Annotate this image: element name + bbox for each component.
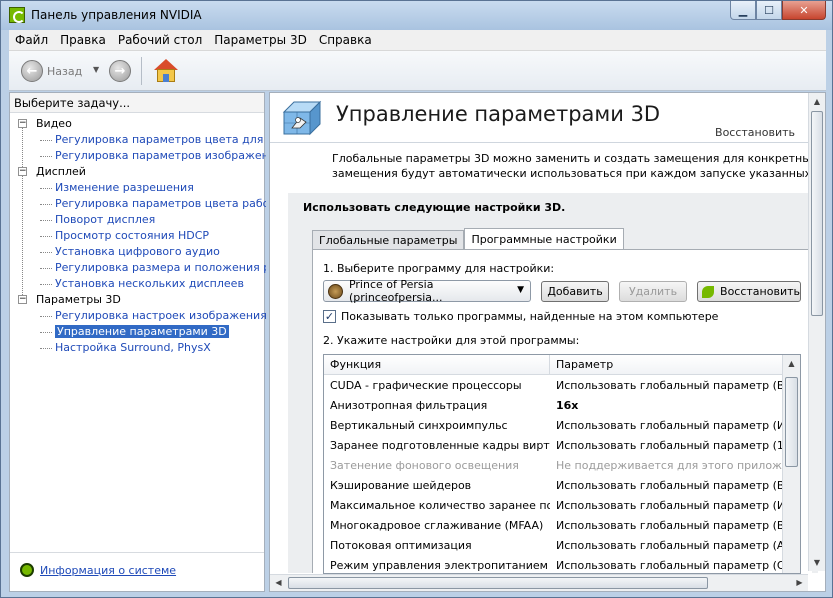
system-info-icon (20, 563, 34, 577)
step1-label: 1. Выберите программу для настройки: (323, 262, 555, 275)
back-label[interactable]: Назад (47, 65, 82, 78)
3d-cube-icon (282, 100, 322, 136)
home-icon[interactable] (153, 58, 179, 84)
tree-item-video-image[interactable]: Регулировка параметров изображения д (18, 148, 266, 164)
scroll-thumb[interactable] (785, 377, 798, 467)
table-header: Функция Параметр (324, 355, 782, 375)
scroll-left-icon[interactable]: ◀ (270, 575, 287, 591)
back-arrow-icon[interactable]: ← (21, 60, 43, 82)
show-installed-only-row[interactable]: ✓ Показывать только программы, найденные… (323, 310, 718, 323)
tree-item-change-resolution[interactable]: Изменение разрешения (18, 180, 266, 196)
restore-defaults-link[interactable]: Восстановить (715, 126, 795, 139)
tree-item-manage-3d-settings[interactable]: Управление параметрами 3D (18, 324, 266, 340)
nvidia-logo-icon (9, 7, 25, 23)
menu-3d-settings[interactable]: Параметры 3D (208, 33, 313, 47)
toolbar: ← Назад ▼ → (9, 51, 826, 91)
toolbar-separator (141, 57, 142, 85)
step2-label: 2. Укажите настройки для этой программы: (323, 334, 580, 347)
maximize-button[interactable]: ☐ (756, 1, 782, 20)
menu-help[interactable]: Справка (313, 33, 378, 47)
table-row[interactable]: Кэширование шейдеров Использовать глобаль… (324, 476, 782, 496)
remove-program-button[interactable]: Удалить (619, 281, 687, 302)
scroll-down-icon[interactable]: ▼ (809, 554, 825, 571)
page-banner: Управление параметрами 3D Восстановить (270, 93, 825, 143)
system-info-link[interactable]: Информация о системе (20, 563, 176, 577)
table-row[interactable]: Анизотропная фильтрация 16x (324, 396, 782, 416)
app-window: Панель управления NVIDIA ▁ ☐ ✕ Файл Прав… (0, 0, 833, 598)
table-row[interactable]: CUDA - графические процессоры Использоват… (324, 376, 782, 396)
restore-program-button[interactable]: Восстановить (697, 281, 801, 302)
settings-table: Функция Параметр CUDA - графические проц… (323, 354, 801, 574)
settings-tabs: Глобальные параметры Программные настрой… (312, 228, 624, 250)
table-row[interactable]: Потоковая оптимизация Использовать глобал… (324, 536, 782, 556)
menu-file[interactable]: Файл (9, 33, 54, 47)
tree-item-desktop-size[interactable]: Регулировка размера и положения рабо (18, 260, 266, 276)
table-row[interactable]: Максимальное количество заранее под... Ис… (324, 496, 782, 516)
collapse-icon[interactable]: − (18, 119, 27, 128)
table-row[interactable]: Вертикальный синхроимпульс Использовать г… (324, 416, 782, 436)
page-vertical-scrollbar[interactable]: ▲ ▼ (808, 93, 825, 571)
section-title: Использовать следующие настройки 3D. (303, 201, 566, 214)
menu-bar: Файл Правка Рабочий стол Параметры 3D Сп… (9, 30, 826, 51)
table-row[interactable]: Заранее подготовленные кадры вирту... Исп… (324, 436, 782, 456)
show-installed-only-checkbox[interactable]: ✓ (323, 310, 336, 323)
tree-item-desktop-color[interactable]: Регулировка параметров цвета рабочег (18, 196, 266, 212)
column-header-setting[interactable]: Параметр (550, 355, 782, 375)
tree-item-video-color[interactable]: Регулировка параметров цвета для вид (18, 132, 266, 148)
column-header-feature[interactable]: Функция (324, 355, 550, 375)
task-pane-header: Выберите задачу... (10, 93, 264, 113)
scroll-up-icon[interactable]: ▲ (809, 93, 825, 110)
page-horizontal-scrollbar[interactable]: ◀ ▶ (270, 574, 808, 591)
table-row[interactable]: Многокадровое сглаживание (MFAA) Использо… (324, 516, 782, 536)
tab-global-settings[interactable]: Глобальные параметры (312, 230, 465, 250)
program-select[interactable]: Prince of Persia (princeofpersia... ▼ (323, 278, 531, 304)
program-settings-panel: 1. Выберите программу для настройки: Pri… (312, 249, 812, 574)
tree-item-digital-audio[interactable]: Установка цифрового аудио (18, 244, 266, 260)
tab-program-settings[interactable]: Программные настройки (464, 228, 624, 250)
forward-arrow-icon[interactable]: → (109, 60, 131, 82)
nvidia-icon (702, 285, 715, 298)
table-row: Затенение фонового освещения Не поддержив… (330, 459, 782, 472)
scroll-thumb[interactable] (288, 577, 708, 589)
collapse-icon[interactable]: − (18, 295, 27, 304)
table-rows: CUDA - графические процессоры Использоват… (324, 376, 782, 573)
tree-item-multiple-displays[interactable]: Установка нескольких дисплеев (18, 276, 266, 292)
menu-edit[interactable]: Правка (54, 33, 112, 47)
scroll-up-icon[interactable]: ▲ (783, 355, 800, 372)
minimize-button[interactable]: ▁ (730, 1, 756, 20)
menu-desktop[interactable]: Рабочий стол (112, 33, 208, 47)
tree-item-image-settings-preview[interactable]: Регулировка настроек изображения с пр (18, 308, 266, 324)
settings-panel: Использовать следующие настройки 3D. Гло… (288, 193, 818, 574)
collapse-icon[interactable]: − (18, 167, 27, 176)
scroll-right-icon[interactable]: ▶ (791, 575, 808, 591)
page-title: Управление параметрами 3D (336, 102, 661, 126)
add-program-button[interactable]: Добавить (541, 281, 609, 302)
chevron-down-icon: ▼ (517, 285, 524, 295)
title-bar[interactable]: Панель управления NVIDIA ▁ ☐ ✕ (1, 1, 832, 30)
tree-item-hdcp-status[interactable]: Просмотр состояния HDCP (18, 228, 266, 244)
table-row[interactable]: Режим управления электропитанием Использо… (324, 556, 782, 573)
tree-group-display[interactable]: − Дисплей (18, 164, 264, 180)
table-scrollbar[interactable]: ▲ (782, 355, 800, 573)
scroll-thumb[interactable] (811, 111, 823, 316)
divider (10, 552, 264, 553)
game-icon (328, 283, 343, 299)
back-dropdown-icon[interactable]: ▼ (93, 65, 99, 74)
window-title: Панель управления NVIDIA (31, 8, 202, 22)
tree-group-video[interactable]: − Видео (18, 116, 264, 132)
page-description: Глобальные параметры 3D можно заменить и… (332, 152, 817, 180)
tree-item-rotate-display[interactable]: Поворот дисплея (18, 212, 266, 228)
tree-group-3d-settings[interactable]: − Параметры 3D (18, 292, 264, 308)
content-pane: Управление параметрами 3D Восстановить Г… (269, 92, 826, 592)
task-pane: Выберите задачу... − Видео Регулировка п… (9, 92, 266, 592)
task-tree: − Видео Регулировка параметров цвета для… (10, 113, 266, 356)
close-button[interactable]: ✕ (782, 1, 826, 20)
tree-item-surround-physx[interactable]: Настройка Surround, PhysX (18, 340, 266, 356)
